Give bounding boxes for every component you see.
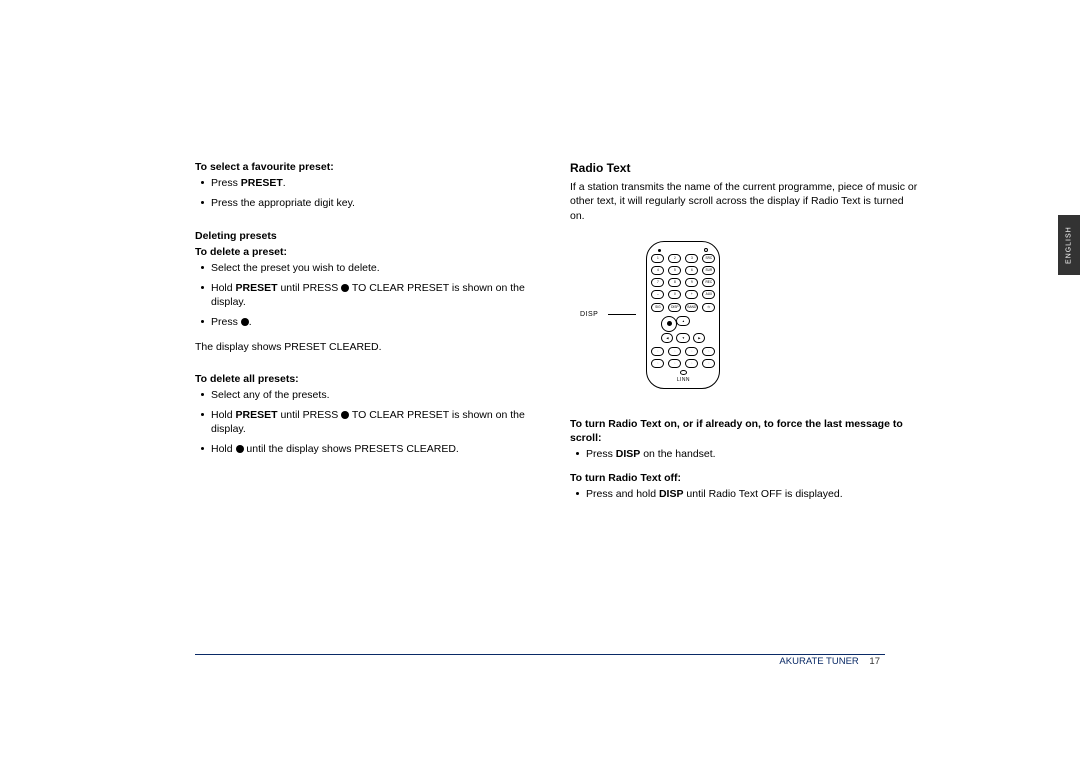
select-preset-list: Press PRESET. Press the appropriate digi…	[195, 176, 525, 210]
left-column: To select a favourite preset: Press PRES…	[195, 160, 525, 512]
list-item: Select the preset you wish to delete.	[195, 261, 525, 275]
record-dot-icon	[341, 411, 349, 419]
footer-product: AKURATE TUNER	[779, 656, 858, 667]
delete-all-heading: To delete all presets:	[195, 372, 525, 386]
linn-logo-text: LINN	[677, 377, 690, 384]
delete-preset-heading: To delete a preset:	[195, 245, 525, 259]
display-shows-text: The display shows PRESET CLEARED.	[195, 340, 525, 354]
footer-page-number: 17	[869, 656, 880, 667]
disp-callout-label: DISP	[580, 310, 598, 319]
turn-off-heading: To turn Radio Text off:	[570, 471, 920, 485]
list-item: Press DISP on the handset.	[570, 447, 920, 461]
list-item: Press .	[195, 315, 525, 329]
remote-control-diagram: 123SRC 456SUR 789REC –0+AUX SIG DISP BAN…	[646, 241, 720, 389]
list-item: Press PRESET.	[195, 176, 525, 190]
list-item: Select any of the presets.	[195, 388, 525, 402]
callout-line	[608, 314, 636, 315]
manual-page: To select a favourite preset: Press PRES…	[0, 0, 1080, 763]
turn-on-list: Press DISP on the handset.	[570, 447, 920, 461]
delete-all-list: Select any of the presets. Hold PRESET u…	[195, 388, 525, 457]
linn-logo-icon	[680, 370, 687, 375]
list-item: Hold PRESET until PRESS TO CLEAR PRESET …	[195, 281, 525, 309]
language-tab: ENGLISH	[1058, 215, 1080, 275]
record-dot-icon	[236, 445, 244, 453]
radio-text-title: Radio Text	[570, 160, 920, 176]
list-item: Press the appropriate digit key.	[195, 196, 525, 210]
remote-dpad: ▲ ▼ ◀ ▶	[661, 316, 705, 343]
remote-numpad: 123SRC 456SUR 789REC –0+AUX	[651, 254, 715, 299]
record-dot-icon	[241, 318, 249, 326]
select-preset-heading: To select a favourite preset:	[195, 160, 525, 174]
footer-rule	[195, 654, 885, 655]
turn-on-heading: To turn Radio Text on, or if already on,…	[570, 417, 920, 445]
right-column: Radio Text If a station transmits the na…	[570, 160, 920, 512]
turn-off-list: Press and hold DISP until Radio Text OFF…	[570, 487, 920, 501]
record-dot-icon	[341, 284, 349, 292]
remote-illustration: DISP 123SRC 456SUR 789REC –0+AUX SIG DIS…	[580, 241, 920, 389]
remote-control-row: SIG DISP BAND ⏻	[651, 303, 715, 312]
radio-text-intro: If a station transmits the name of the c…	[570, 180, 920, 223]
deleting-presets-heading: Deleting presets	[195, 229, 525, 243]
disp-button-icon: DISP	[668, 303, 681, 312]
list-item: Press and hold DISP until Radio Text OFF…	[570, 487, 920, 501]
list-item: Hold PRESET until PRESS TO CLEAR PRESET …	[195, 408, 525, 436]
delete-preset-list: Select the preset you wish to delete. Ho…	[195, 261, 525, 330]
footer: AKURATE TUNER 17	[771, 656, 880, 667]
content-columns: To select a favourite preset: Press PRES…	[195, 160, 920, 512]
list-item: Hold until the display shows PRESETS CLE…	[195, 442, 525, 456]
